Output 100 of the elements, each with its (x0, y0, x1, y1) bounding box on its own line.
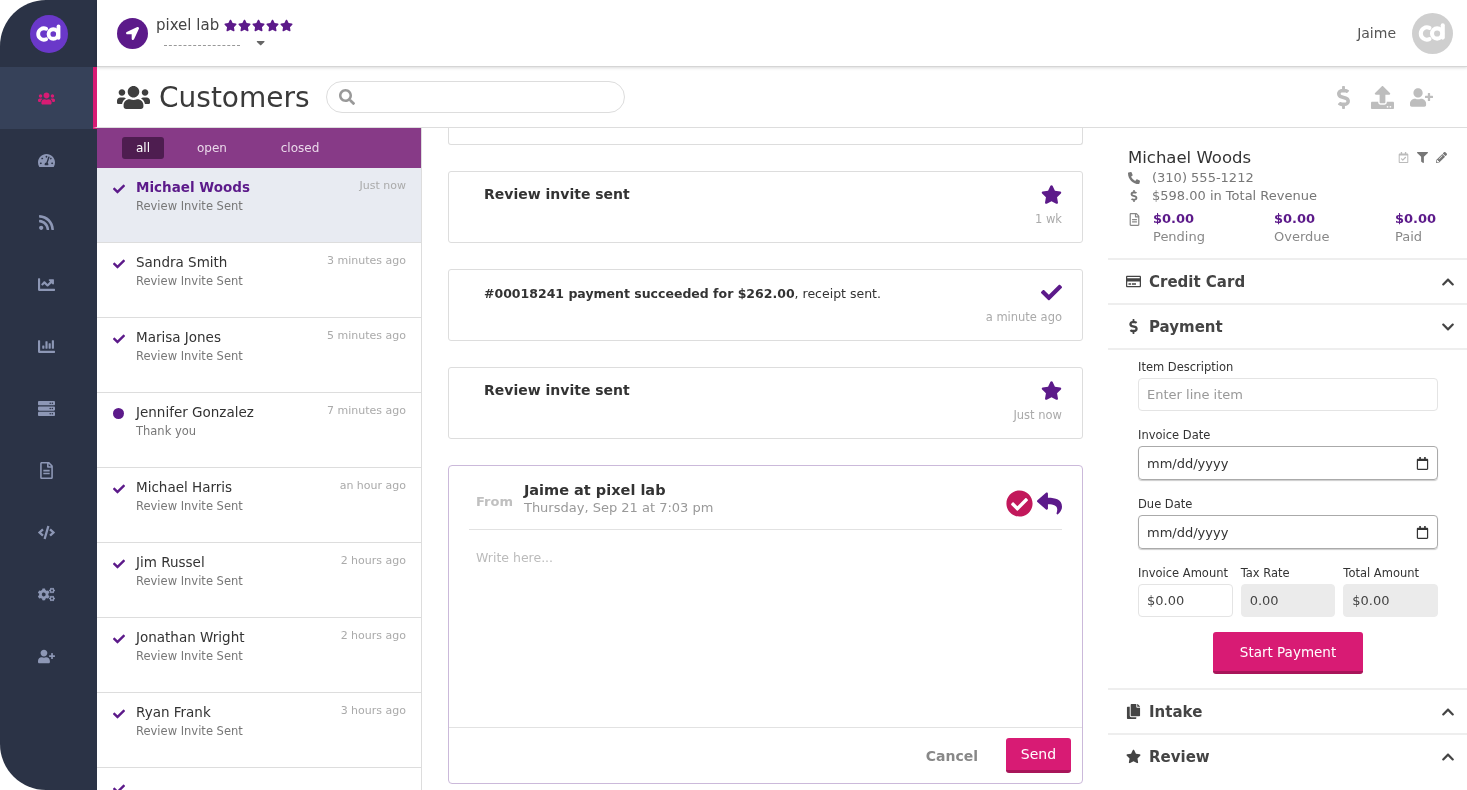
customer-note: Review Invite Sent (136, 499, 244, 513)
check-icon (113, 558, 125, 570)
user-avatar (1412, 12, 1453, 54)
check-icon (1041, 282, 1062, 303)
customer-name: Jim Russel (136, 554, 206, 570)
customer-note: Review Invite Sent (136, 724, 244, 738)
stat-label: Paid (1395, 229, 1424, 244)
dollar-icon (1128, 189, 1140, 202)
field-label: Invoice Date (1138, 428, 1212, 442)
customer-note: Review Invite Sent (136, 274, 244, 288)
filter-tab[interactable]: all (122, 137, 164, 159)
gears-icon (38, 585, 55, 603)
activity-text: Review invite sent (484, 186, 630, 204)
stat-value: $0.00 (1395, 211, 1438, 226)
copy-icon (1126, 704, 1141, 719)
filter-icon[interactable] (1417, 152, 1428, 163)
field-label: Tax Rate (1240, 566, 1291, 580)
star-icon (1041, 184, 1062, 205)
from-label: From (476, 494, 513, 509)
rss-icon (38, 213, 55, 231)
calendar-icon (1416, 525, 1429, 539)
check-icon (113, 483, 125, 495)
search-icon (338, 89, 355, 105)
customer-note: Review Invite Sent (136, 199, 244, 213)
user-plus-icon[interactable] (1410, 85, 1433, 109)
star-icon (1041, 380, 1062, 401)
contact-name: Michael Woods (1128, 148, 1252, 167)
nav-button[interactable] (0, 67, 97, 129)
field-label: Total Amount (1343, 566, 1421, 580)
customer-name: Sandra Smith (136, 254, 229, 270)
filter-tab[interactable]: open (172, 137, 252, 159)
customer-note: Review Invite Sent (136, 574, 244, 588)
customer-name: Michael Woods (136, 179, 251, 195)
reply-icon[interactable] (1037, 491, 1062, 516)
calendar-icon[interactable] (1398, 152, 1409, 163)
start-payment-button[interactable]: Start Payment (1213, 632, 1363, 674)
line-chart-icon (38, 275, 55, 293)
customer-time: an hour ago (339, 479, 406, 494)
sender-name: Jaime at pixel lab (523, 482, 667, 498)
contact-revenue: $598.00 in Total Revenue (1152, 188, 1317, 203)
activity-time: a minute ago (985, 310, 1062, 324)
page-title: Customers (159, 80, 310, 114)
star-icon (266, 18, 280, 32)
customer-time: 7 minutes ago (327, 404, 406, 419)
customer-time: 3 hours ago (340, 704, 406, 719)
send-button[interactable]: Send (1006, 738, 1071, 773)
message-composer[interactable]: From Jaime at pixel lab Thursday, Sep 21 at 7:03 pm Write here... Cancel Send (448, 465, 1083, 784)
filter-tab[interactable]: closed (260, 137, 340, 159)
pencil-icon[interactable] (1436, 152, 1447, 163)
customer-name: Marisa Jones (136, 329, 222, 345)
customer-time: 2 hours ago (340, 629, 406, 644)
activity-text: Review invite sent (484, 382, 630, 400)
upload-icon[interactable] (1371, 85, 1394, 109)
customer-note: Review Invite Sent (136, 649, 244, 663)
activity-time: 1 wk (1034, 212, 1062, 226)
star-icon (224, 18, 238, 32)
customer-time: 5 minutes ago (327, 329, 406, 344)
amount-field[interactable]: $0.00 (1138, 584, 1233, 617)
star-icon (280, 18, 294, 32)
stat-value: $0.00 (1274, 211, 1317, 226)
unread-dot (113, 408, 124, 419)
customer-note: Thank you (136, 424, 198, 438)
item-description-field[interactable]: Enter line item (1138, 378, 1438, 411)
customer-row[interactable]: Michael Woods Review Invite Sent Just now (97, 168, 421, 243)
user-plus-icon (38, 647, 55, 665)
message-date: Thursday, Sep 21 at 7:03 pm (523, 500, 714, 515)
gauge-icon (38, 151, 55, 169)
activity-time: Just now (1013, 408, 1062, 422)
calendar-icon (1416, 456, 1429, 470)
code-icon (38, 523, 55, 541)
customer-time: 2 hours ago (340, 554, 406, 569)
server-icon (38, 399, 55, 417)
customer-name: Ryan Frank (136, 704, 212, 720)
check-icon (113, 258, 125, 270)
customer-time: 3 minutes ago (327, 254, 406, 269)
date-field[interactable]: mm/dd/yyyy (1138, 515, 1438, 549)
customer-note: Review Invite Sent (136, 349, 244, 363)
phone-icon (1128, 171, 1140, 184)
star-icon (252, 18, 266, 32)
check-icon (113, 333, 125, 345)
check-icon (113, 633, 125, 645)
bar-chart-icon (38, 337, 55, 355)
customer-name: Michael Harris (136, 479, 234, 495)
field-label: Item Description (1138, 360, 1235, 374)
activity-text: #00018241 payment succeeded for $262.00, receipt sent. (484, 286, 881, 303)
contact-phone: (310) 555-1212 (1152, 170, 1254, 185)
field-label: Invoice Amount (1138, 566, 1229, 580)
customer-name: Jennifer Gonzalez (136, 404, 255, 420)
check-icon (113, 708, 125, 720)
star-icon (238, 18, 252, 32)
stat-label: Overdue (1274, 229, 1331, 244)
document-icon (38, 461, 55, 479)
check-icon (113, 183, 125, 195)
cancel-button[interactable]: Cancel (919, 746, 984, 765)
logo-icon (29, 14, 68, 53)
star-icon (1126, 749, 1141, 764)
customer-name: Jonathan Wright (136, 629, 246, 645)
customer-time: Just now (359, 179, 406, 194)
date-field[interactable]: mm/dd/yyyy (1138, 446, 1438, 480)
business-name: pixel lab (156, 16, 220, 35)
